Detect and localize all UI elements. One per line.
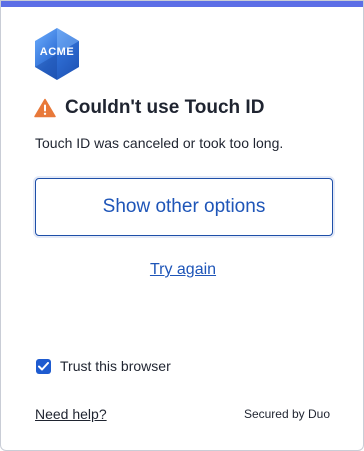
need-help-link[interactable]: Need help? — [35, 406, 107, 422]
try-again-row: Try again — [1, 261, 364, 279]
trust-browser-checkbox[interactable] — [36, 358, 51, 374]
show-other-options-button[interactable]: Show other options — [35, 178, 333, 236]
checkmark-icon — [38, 361, 49, 370]
dialog-heading: Couldn't use Touch ID — [34, 95, 264, 121]
dialog-message: Touch ID was canceled or took too long. — [35, 135, 284, 151]
secured-by-duo-text: Secured by Duo — [243, 407, 330, 421]
dialog-title: Couldn't use Touch ID — [65, 97, 265, 118]
try-again-link[interactable]: Try again — [150, 261, 216, 278]
accent-bar — [1, 1, 363, 7]
auth-dialog: ACME Couldn't use Touch ID Touch ID was … — [0, 0, 364, 451]
warning-triangle-icon — [34, 98, 56, 118]
acme-logo: ACME — [33, 27, 81, 81]
logo-text: ACME — [39, 46, 75, 58]
trust-browser-row: Trust this browser — [36, 358, 171, 374]
trust-browser-label[interactable]: Trust this browser — [60, 358, 171, 374]
